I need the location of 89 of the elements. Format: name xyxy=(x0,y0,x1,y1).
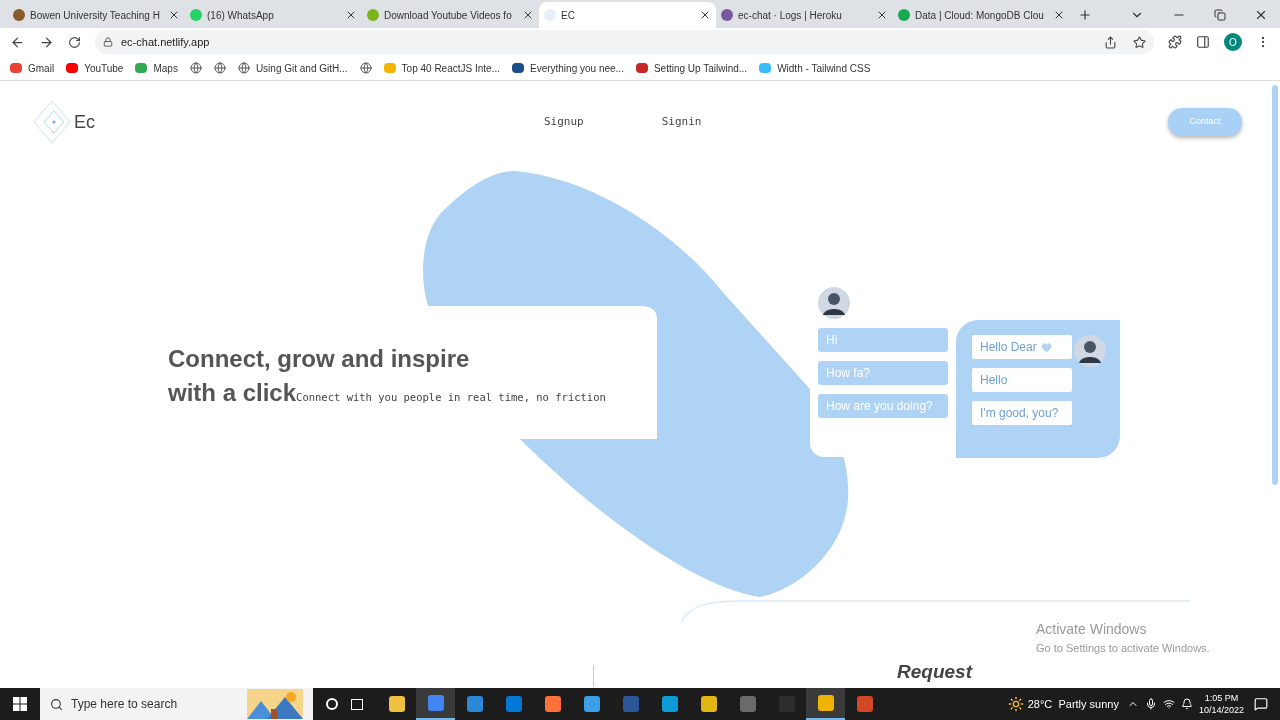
bookmark-label: Top 40 ReactJS Inte... xyxy=(401,61,500,76)
weather-text: 28°C Partly sunny xyxy=(1027,696,1119,712)
profile-avatar[interactable]: O xyxy=(1224,33,1242,51)
tab-title: Data | Cloud: MongoDB Clou xyxy=(915,8,1045,23)
avatar-icon xyxy=(818,287,850,319)
tab-title: Bowen University Teaching H xyxy=(30,8,161,23)
bookmark-item[interactable]: Maps xyxy=(135,60,178,76)
clock-time: 1:05 PM xyxy=(1204,692,1239,704)
notifications-icon[interactable] xyxy=(1254,697,1268,711)
close-icon[interactable] xyxy=(522,9,534,21)
taskbar-app[interactable] xyxy=(806,688,845,720)
browser-tab[interactable]: Bowen University Teaching H xyxy=(8,2,185,28)
bookmark-label: YouTube xyxy=(84,61,124,76)
reload-icon[interactable] xyxy=(68,35,81,49)
tab-title: EC xyxy=(561,8,576,23)
weather-icon xyxy=(1007,696,1024,712)
browser-tab[interactable]: ec-chat · Logs | Heroku xyxy=(716,2,893,28)
close-icon[interactable] xyxy=(1053,9,1065,21)
bookmark-item[interactable] xyxy=(359,62,372,74)
close-icon[interactable] xyxy=(168,9,180,21)
headline: Connect, grow and inspire xyxy=(168,344,471,374)
bookmark-item[interactable]: YouTube xyxy=(66,60,124,76)
tab-title: Download Youtube Videos fo xyxy=(384,8,513,23)
bookmark-label: Setting Up Tailwind... xyxy=(653,61,748,76)
headline: with a click xyxy=(168,378,297,408)
network-icon[interactable] xyxy=(1162,698,1175,710)
avatar-icon xyxy=(1074,335,1106,367)
search-placeholder: Type here to search xyxy=(71,696,179,713)
address-bar[interactable]: ec-chat.netlify.app xyxy=(95,30,1154,54)
cortana-icon[interactable] xyxy=(326,698,338,710)
bookmark-item[interactable]: Width - Tailwind CSS xyxy=(759,60,871,76)
bookmark-label: Using Git and GitH... xyxy=(255,61,348,76)
bookmark-item[interactable] xyxy=(213,62,226,74)
new-tab-icon[interactable] xyxy=(1078,8,1092,22)
globe-icon xyxy=(189,62,202,74)
chat-bubble: Hello Dear xyxy=(972,335,1072,359)
forward-icon[interactable] xyxy=(39,34,54,50)
close-icon[interactable] xyxy=(876,9,888,21)
clock-date: 10/14/2022 xyxy=(1198,704,1244,716)
globe-icon xyxy=(237,62,250,74)
tab-title: (16) WhatsApp xyxy=(207,8,275,23)
browser-tab[interactable]: Download Youtube Videos fo xyxy=(362,2,539,28)
chat-bubble: I'm good, you? xyxy=(972,401,1072,425)
share-icon[interactable] xyxy=(1104,35,1117,49)
globe-icon xyxy=(359,62,372,74)
bookmark-star-icon[interactable] xyxy=(1133,35,1146,49)
bookmark-item[interactable]: Gmail xyxy=(10,60,55,76)
globe-icon xyxy=(213,62,226,74)
nav-link[interactable]: Signin xyxy=(661,113,702,131)
close-icon[interactable] xyxy=(1254,8,1268,22)
close-icon[interactable] xyxy=(699,9,711,21)
taskbar-app[interactable] xyxy=(416,688,455,720)
microphone-icon[interactable] xyxy=(1144,698,1157,710)
section-heading: Request xyxy=(897,660,972,684)
heart-icon xyxy=(1040,341,1052,353)
bookmark-item[interactable]: Setting Up Tailwind... xyxy=(635,60,748,76)
browser-tab[interactable]: (16) WhatsApp xyxy=(185,2,362,28)
chat-bubble: How fa? xyxy=(818,361,948,385)
bookmark-item[interactable]: Using Git and GitH... xyxy=(237,60,348,76)
bookmark-item[interactable]: Top 40 ReactJS Inte... xyxy=(383,60,500,76)
bookmark-label: Width - Tailwind CSS xyxy=(777,61,871,76)
back-icon[interactable] xyxy=(10,34,25,50)
subtitle: Connect with you people in real time, no friction xyxy=(296,391,606,405)
activation-title: Activate Windows xyxy=(1036,620,1148,639)
chat-bubble: How are you doing? xyxy=(818,394,948,418)
url-text: ec-chat.netlify.app xyxy=(121,34,211,50)
search-icon xyxy=(50,697,63,711)
chat-bubble: Hello xyxy=(972,368,1072,392)
logo-text: Ec xyxy=(74,110,95,134)
chat-bubble: Hi xyxy=(818,328,948,352)
tab-title: ec-chat · Logs | Heroku xyxy=(738,8,843,23)
restore-icon[interactable] xyxy=(1214,9,1226,21)
bookmark-label: Maps xyxy=(153,61,178,76)
nav-link[interactable]: Signup xyxy=(544,113,584,131)
bookmark-item[interactable]: Everything you nee... xyxy=(511,60,624,76)
task-view-icon[interactable] xyxy=(351,698,363,710)
logo-icon xyxy=(32,99,72,145)
browser-tab[interactable]: EC xyxy=(539,2,716,28)
bookmark-item[interactable] xyxy=(189,62,202,74)
browser-tab[interactable]: Data | Cloud: MongoDB Clou xyxy=(893,2,1070,28)
activation-note: Go to Settings to activate Windows. xyxy=(1036,641,1210,656)
bookmark-label: Gmail xyxy=(28,61,55,76)
start-icon[interactable] xyxy=(13,697,27,711)
bookmark-label: Everything you nee... xyxy=(529,61,624,76)
extensions-icon[interactable] xyxy=(1168,35,1182,49)
taskbar-search-field[interactable]: Type here to search xyxy=(40,688,313,720)
close-icon[interactable] xyxy=(345,9,357,21)
side-panel-icon[interactable] xyxy=(1196,35,1210,49)
lock-icon xyxy=(103,37,113,47)
